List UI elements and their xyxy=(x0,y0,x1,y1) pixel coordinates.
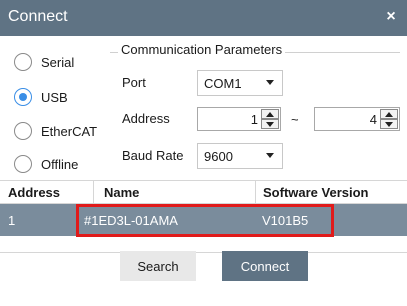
search-button[interactable]: Search xyxy=(120,251,196,281)
radio-circle-icon[interactable] xyxy=(14,122,32,140)
column-divider xyxy=(93,181,94,205)
window-title: Connect xyxy=(8,8,68,25)
column-divider xyxy=(255,181,256,205)
stepper-buttons xyxy=(261,109,279,129)
radio-serial-label: Serial xyxy=(41,54,75,70)
params-group-title: Communication Parameters xyxy=(118,42,286,57)
spin-up-icon[interactable] xyxy=(380,109,398,119)
spin-down-icon[interactable] xyxy=(380,119,398,129)
radio-offline[interactable]: Offline xyxy=(14,151,78,177)
table-header: Address Name Software Version xyxy=(0,180,407,205)
spin-down-icon[interactable] xyxy=(261,119,279,129)
chevron-down-icon xyxy=(266,153,274,158)
radio-usb[interactable]: USB xyxy=(14,84,68,110)
address-to-stepper[interactable]: 4 xyxy=(314,107,400,131)
port-select[interactable]: COM1 xyxy=(197,70,283,96)
col-version-header[interactable]: Software Version xyxy=(263,185,368,200)
address-from-stepper[interactable]: 1 xyxy=(197,107,281,131)
close-icon[interactable]: × xyxy=(381,7,401,27)
port-value: COM1 xyxy=(204,75,242,91)
radio-circle-icon[interactable] xyxy=(14,53,32,71)
address-from-value: 1 xyxy=(250,112,258,127)
chevron-down-icon xyxy=(266,80,274,85)
address-separator: ~ xyxy=(291,112,299,127)
baud-rate-label: Baud Rate xyxy=(122,148,184,163)
row-address: 1 xyxy=(8,213,16,228)
radio-serial[interactable]: Serial xyxy=(14,49,74,75)
radio-ethercat-label: EtherCAT xyxy=(41,123,98,139)
radio-circle-icon[interactable] xyxy=(14,155,32,173)
address-label: Address xyxy=(122,111,170,126)
radio-offline-label: Offline xyxy=(41,156,79,172)
radio-usb-label: USB xyxy=(41,89,68,105)
col-address-header[interactable]: Address xyxy=(8,185,60,200)
radio-selected-icon[interactable] xyxy=(14,88,32,106)
spin-up-icon[interactable] xyxy=(261,109,279,119)
annotation-highlight-box xyxy=(76,204,334,237)
baud-rate-select[interactable]: 9600 xyxy=(197,143,283,169)
dialog-footer xyxy=(0,252,407,306)
address-to-value: 4 xyxy=(369,112,377,127)
port-label: Port xyxy=(122,75,146,90)
stepper-buttons xyxy=(380,109,398,129)
connect-button[interactable]: Connect xyxy=(222,251,308,281)
title-bar: Connect × xyxy=(0,0,407,36)
col-name-header[interactable]: Name xyxy=(104,185,139,200)
baud-rate-value: 9600 xyxy=(204,148,233,164)
radio-ethercat[interactable]: EtherCAT xyxy=(14,118,97,144)
